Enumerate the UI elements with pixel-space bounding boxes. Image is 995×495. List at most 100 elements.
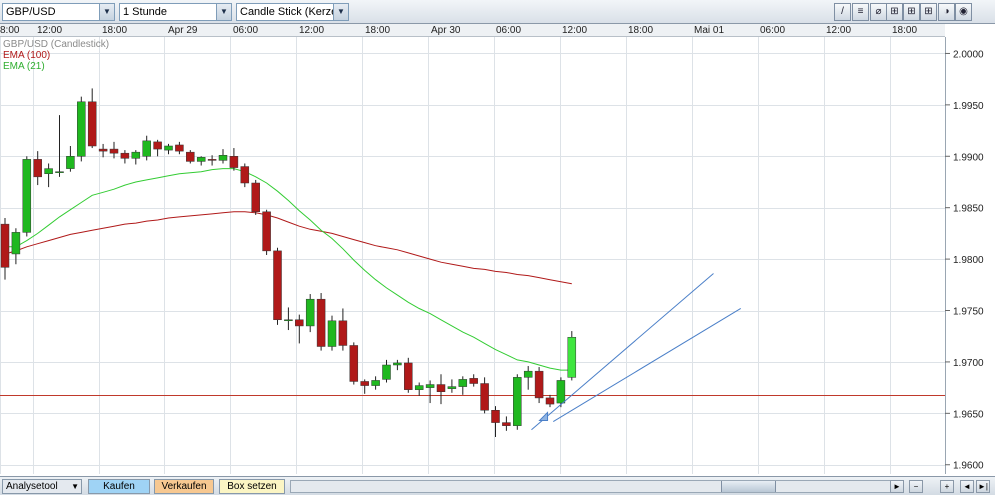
- candlestick-chart[interactable]: 2.0000 1.9950 1.9900 1.9850 1.9800 1.9750 1.97…: [0, 37, 995, 474]
- zoom-in-icon[interactable]: +: [940, 480, 954, 493]
- price-tick-label: 2.0000: [953, 49, 984, 60]
- candle-body-down: [251, 182, 260, 213]
- color-scheme-icon[interactable]: ◑: [938, 3, 955, 21]
- candle-body-down: [229, 156, 239, 168]
- candle: [316, 293, 326, 351]
- candle-body-up: [523, 370, 533, 378]
- candle-body-up: [196, 157, 206, 162]
- analysis-tool-select[interactable]: Analysetool ▼: [2, 479, 82, 494]
- candle: [186, 150, 195, 164]
- candle-body-up: [11, 232, 21, 255]
- scroll-end-icon[interactable]: ►|: [976, 480, 990, 493]
- candle-body-up: [513, 377, 522, 426]
- bottom-toolbar: Analysetool ▼ Kaufen Verkaufen Box setze…: [0, 476, 995, 495]
- candle-body-up: [164, 145, 173, 151]
- chevron-down-icon[interactable]: ▼: [333, 4, 348, 20]
- buy-button[interactable]: Kaufen: [88, 479, 150, 494]
- time-label: 8:00: [0, 25, 20, 36]
- plot-area[interactable]: [0, 37, 945, 474]
- time-label: Apr 29: [168, 25, 198, 36]
- interval-value: 1 Stunde: [123, 6, 168, 18]
- candle-body-down: [186, 151, 195, 162]
- time-label: 12:00: [826, 25, 852, 36]
- candle-body-up: [142, 140, 151, 157]
- candle-body-down: [240, 166, 250, 184]
- analysis-tool-label: Analysetool: [6, 481, 58, 492]
- interval-select[interactable]: 1 Stunde ▼: [119, 3, 232, 21]
- candle-body-down: [120, 152, 130, 159]
- legend-ema100: EMA (100): [3, 50, 50, 61]
- price-tick-label: 1.9650: [953, 409, 984, 420]
- channel-tool-icon[interactable]: ≡: [852, 3, 869, 21]
- candle-body-down: [480, 383, 489, 411]
- price-tick-label: 1.9850: [953, 204, 984, 215]
- time-axis: 8:00 12:00 18:00 Apr 29 06:00 12:00 18:0…: [0, 24, 945, 37]
- candle-body-down: [534, 370, 544, 399]
- candle-body-up: [131, 151, 141, 159]
- candle: [513, 374, 522, 430]
- price-tick-label: 1.9750: [953, 307, 984, 318]
- chevron-down-icon: ▼: [71, 482, 79, 491]
- chevron-down-icon[interactable]: ▼: [216, 4, 231, 20]
- candle-body-down: [109, 148, 119, 154]
- candle-body-down: [87, 101, 97, 147]
- candle-body-down: [316, 298, 326, 347]
- draw-line-tool-icon[interactable]: /: [834, 3, 851, 21]
- candle-body-up: [218, 154, 228, 161]
- grid-tool-icon[interactable]: ⊞: [903, 3, 920, 21]
- legend-ema21: EMA (21): [3, 61, 45, 72]
- zoom-out-icon[interactable]: −: [909, 480, 923, 493]
- candle: [273, 247, 282, 325]
- candle-body-up: [393, 362, 402, 366]
- candle-body-down: [98, 148, 108, 152]
- time-label: 12:00: [37, 25, 63, 36]
- scrollbar-thumb[interactable]: [721, 481, 776, 492]
- settings-icon[interactable]: ◉: [955, 3, 972, 21]
- time-scrollbar[interactable]: [290, 480, 902, 493]
- price-tick-label: 1.9900: [953, 152, 984, 163]
- symbol-select[interactable]: GBP/USD ▼: [2, 3, 115, 21]
- grid-tool-icon[interactable]: ⊞: [920, 3, 937, 21]
- time-label: 18:00: [628, 25, 654, 36]
- grid-tool-icon[interactable]: ⊞: [886, 3, 903, 21]
- price-tick-label: 1.9800: [953, 255, 984, 266]
- candle-body-down: [404, 362, 413, 390]
- legend-main: GBP/USD (Candlestick): [3, 39, 109, 50]
- time-label: 06:00: [233, 25, 259, 36]
- time-label: 18:00: [892, 25, 918, 36]
- scroll-right-icon[interactable]: ►: [890, 480, 904, 493]
- candle: [77, 96, 86, 162]
- candle: [327, 315, 337, 351]
- time-label: 06:00: [496, 25, 522, 36]
- candle-body-down: [338, 320, 348, 346]
- chart-toolbar: GBP/USD ▼ 1 Stunde ▼ Candle Stick (Kerze…: [0, 0, 995, 24]
- candle-body-up: [382, 364, 391, 380]
- candle-body-up: [556, 380, 566, 404]
- time-label: 06:00: [760, 25, 786, 36]
- set-box-button[interactable]: Box setzen: [219, 479, 285, 494]
- candle-body-down: [469, 378, 478, 384]
- time-label: 18:00: [102, 25, 128, 36]
- candle-body-down: [436, 384, 446, 392]
- symbol-value: GBP/USD: [6, 6, 56, 18]
- scroll-left-icon[interactable]: ◄: [960, 480, 974, 493]
- candle-body-down: [273, 250, 282, 321]
- candle: [349, 342, 359, 385]
- chart-type-select[interactable]: Candle Stick (Kerze ▼: [236, 3, 349, 21]
- time-label: Apr 30: [431, 25, 461, 36]
- price-tick-label: 1.9700: [953, 358, 984, 369]
- candle-body-up: [425, 384, 435, 388]
- chart-type-value: Candle Stick (Kerze: [240, 6, 338, 18]
- delete-drawing-icon[interactable]: ⌀: [870, 3, 887, 21]
- chevron-down-icon[interactable]: ▼: [99, 4, 114, 20]
- candle-body-up: [22, 159, 32, 233]
- price-tick-label: 1.9600: [953, 461, 984, 472]
- candle: [567, 331, 577, 381]
- candle-body-up: [77, 101, 86, 157]
- candle-body-down: [175, 144, 184, 152]
- sell-button[interactable]: Verkaufen: [154, 479, 214, 494]
- time-label: 12:00: [562, 25, 588, 36]
- candle-body-up: [327, 320, 337, 347]
- candle-body-down: [491, 409, 500, 423]
- candle-body-down: [295, 319, 304, 327]
